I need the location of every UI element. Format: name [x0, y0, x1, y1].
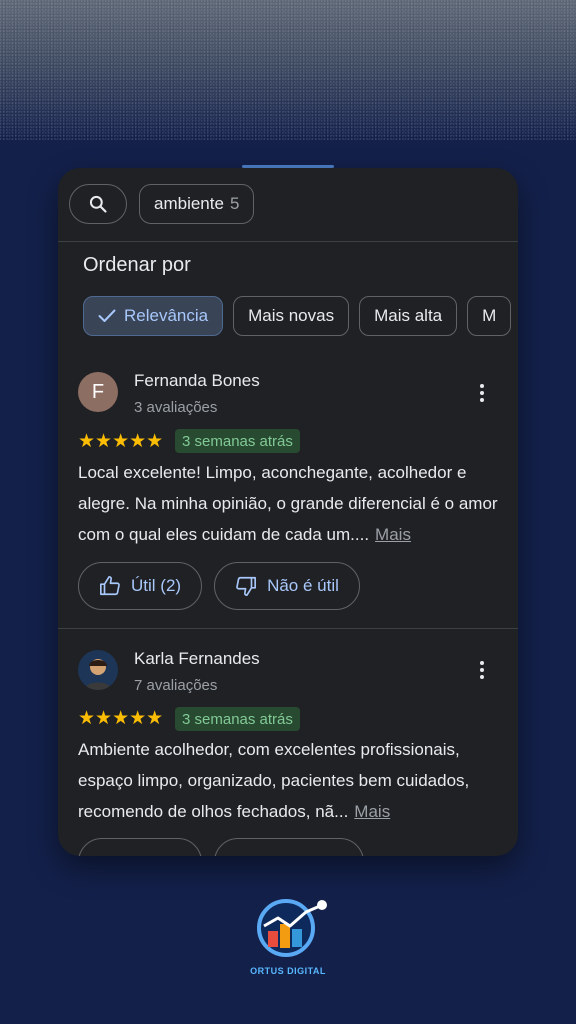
not-helpful-label: Não é útil	[267, 576, 339, 595]
sort-chip-label: Mais alta	[374, 306, 443, 325]
sort-chip-label: M	[482, 306, 497, 325]
date-badge: 3 semanas atrás	[175, 707, 300, 731]
sort-chip-newest[interactable]: Mais novas	[233, 296, 350, 336]
filter-row: ambiente 5	[69, 184, 255, 224]
reviews-panel: ambiente 5 Ordenar por Relevância Mais n…	[58, 168, 518, 856]
check-icon	[98, 309, 116, 322]
helpful-label: Útil (2)	[131, 576, 182, 595]
divider	[58, 628, 518, 629]
star-rating: ★★★★★	[78, 708, 164, 729]
sort-options: Relevância Mais novas Mais alta M	[83, 296, 512, 336]
avatar[interactable]	[78, 650, 118, 690]
dot-icon	[480, 668, 484, 672]
search-button[interactable]	[69, 184, 127, 224]
search-icon	[89, 195, 107, 213]
divider	[58, 241, 518, 242]
review-count: 3 avaliações	[134, 399, 218, 416]
dot-icon	[480, 675, 484, 679]
textured-header-background	[0, 0, 576, 140]
sort-chip-relevance[interactable]: Relevância	[83, 296, 224, 336]
dot-icon	[480, 391, 484, 395]
filter-chip-count: 5	[229, 194, 240, 213]
sort-chip-label: Mais novas	[248, 306, 335, 325]
more-options-button[interactable]	[472, 658, 492, 682]
ortus-logo-icon	[257, 899, 327, 957]
dot-icon	[480, 398, 484, 402]
filter-chip-ambiente[interactable]: ambiente 5	[139, 184, 255, 224]
brand-logo	[254, 896, 330, 957]
more-link[interactable]: Mais	[375, 525, 411, 544]
not-helpful-button[interactable]	[214, 838, 364, 856]
review-text: Local excelente! Limpo, aconchegante, ac…	[78, 457, 503, 550]
star-rating: ★★★★★	[78, 431, 164, 452]
review-count: 7 avaliações	[134, 677, 218, 694]
date-badge: 3 semanas atrás	[175, 429, 300, 453]
review-actions: Útil (2) Não é útil	[78, 562, 360, 610]
review-text: Ambiente acolhedor, com excelentes profi…	[78, 734, 503, 827]
sort-title: Ordenar por	[83, 254, 191, 276]
review-body: Local excelente! Limpo, aconchegante, ac…	[78, 463, 498, 544]
review-body: Ambiente acolhedor, com excelentes profi…	[78, 740, 470, 821]
not-helpful-button[interactable]: Não é útil	[214, 562, 360, 610]
thumbs-up-icon	[100, 576, 120, 596]
avatar[interactable]: F	[78, 372, 118, 412]
dot-icon	[480, 661, 484, 665]
more-options-button[interactable]	[472, 381, 492, 405]
review-author[interactable]: Fernanda Bones	[134, 371, 260, 391]
thumbs-down-icon	[236, 576, 257, 596]
helpful-button[interactable]: Útil (2)	[78, 562, 203, 610]
profile-photo-icon	[78, 650, 118, 690]
helpful-button[interactable]	[78, 838, 202, 856]
dot-icon	[480, 384, 484, 388]
sort-chip-highest[interactable]: Mais alta	[359, 296, 458, 336]
review-author[interactable]: Karla Fernandes	[134, 649, 260, 669]
more-link[interactable]: Mais	[354, 802, 390, 821]
sort-chip-partial[interactable]: M	[467, 296, 512, 336]
filter-chip-label: ambiente	[154, 194, 224, 213]
sort-chip-label: Relevância	[124, 306, 209, 325]
brand-name: ORTUS DIGITAL	[250, 966, 326, 976]
review-actions	[78, 838, 364, 856]
